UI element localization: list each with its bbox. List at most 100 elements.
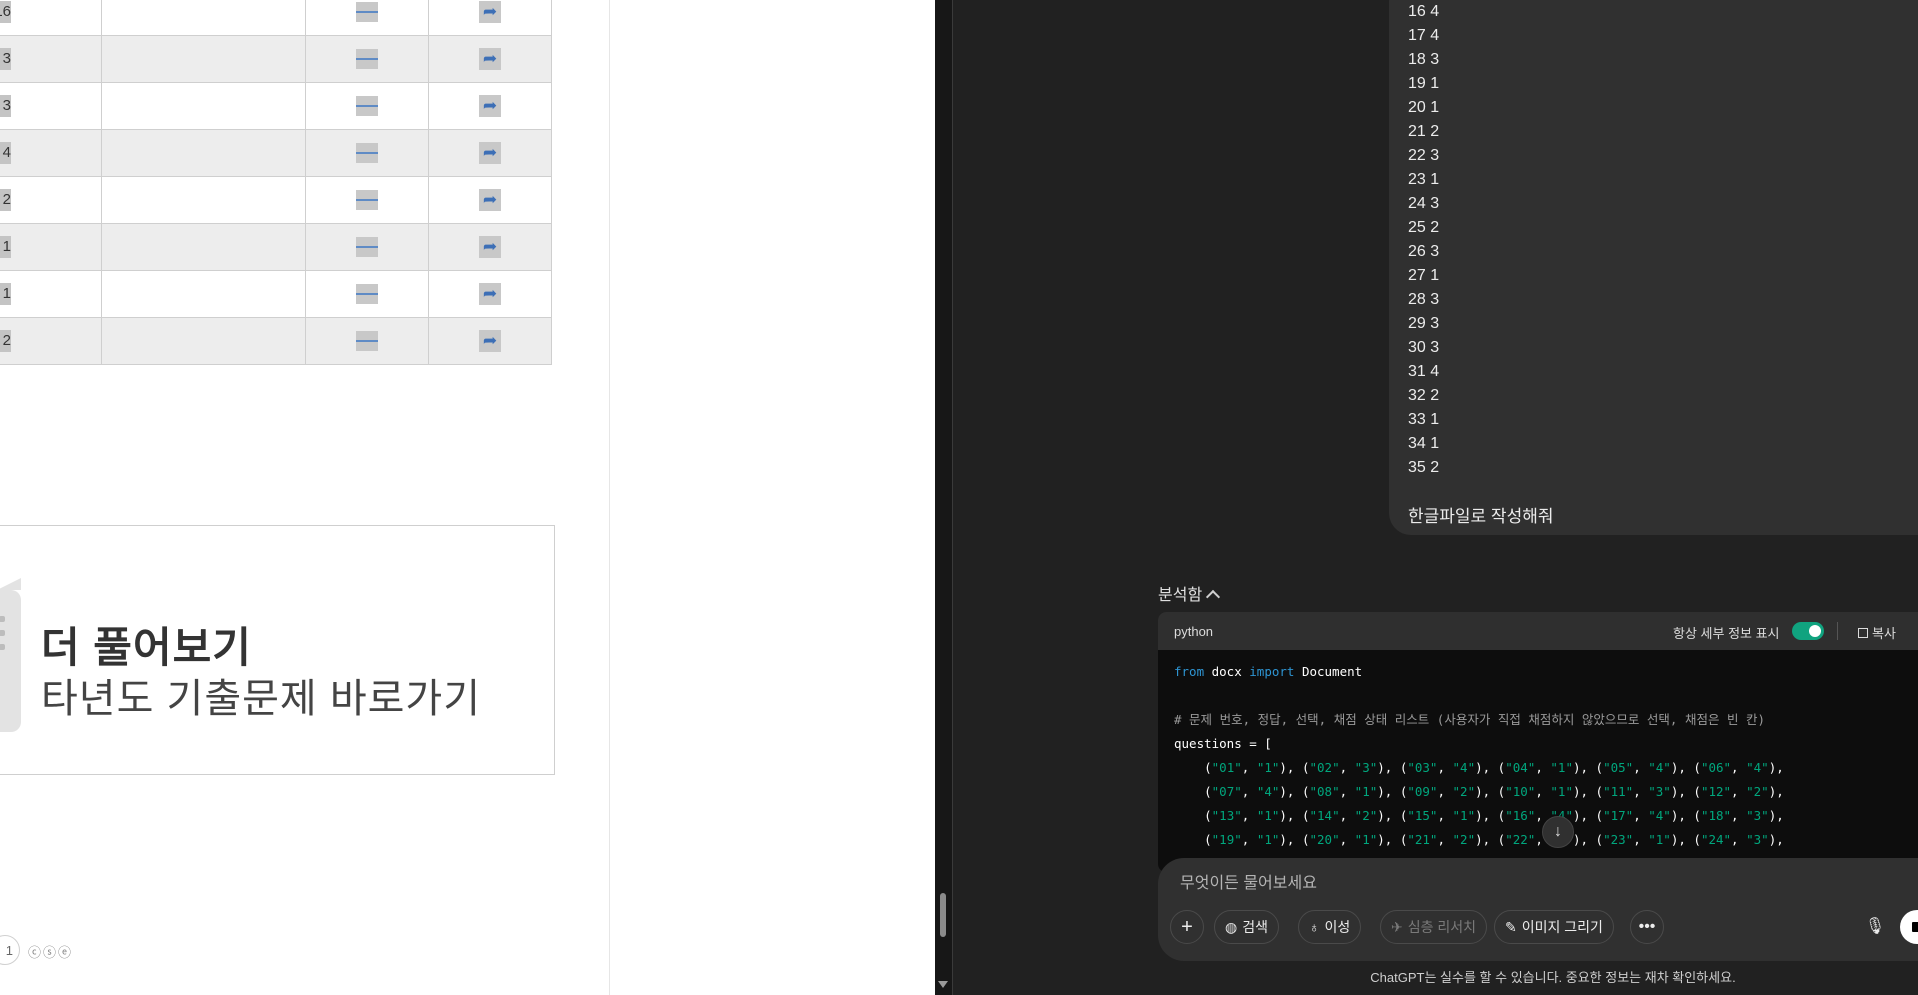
always-show-details-toggle[interactable] [1792, 622, 1824, 640]
scroll-thumb[interactable] [940, 893, 946, 937]
mark-cell [305, 176, 429, 224]
globe-icon: ◍ [1225, 919, 1238, 935]
chevron-up-icon [1206, 589, 1221, 605]
question-number-cell: 16 [0, 0, 102, 36]
analysis-toggle[interactable]: 분석함 [1158, 581, 1221, 605]
chat-pane: 16 4 17 4 18 3 19 1 20 1 21 2 22 3 23 1 24 3 25 2… [952, 0, 1918, 995]
share-arrow-icon[interactable]: ➦ [479, 236, 501, 258]
code-comment: # 문제 번호, 정답, 선택, 채점 상태 리스트 (사용자가 직접 채점하지… [1174, 712, 1766, 727]
microphone-button[interactable]: 🎙 [1860, 912, 1890, 942]
question-number: 2 [0, 330, 11, 352]
answer-line: 18 3 [1408, 51, 1440, 68]
code-content: from docx import Document # 문제 번호, 정답, 선… [1174, 660, 1784, 852]
question-number-cell: 1 [0, 270, 102, 318]
question-number-cell: 4 [0, 129, 102, 177]
answer-line: 35 2 [1408, 459, 1440, 476]
page-edge-divider [609, 0, 610, 995]
promo-subtitle-link[interactable]: 타년도 기출문제 바로가기 [41, 666, 481, 724]
draw-image-button[interactable]: ✎ 이미지 그리기 [1494, 910, 1614, 944]
dash-icon[interactable] [356, 237, 378, 257]
answer-cell [101, 317, 306, 365]
copy-label: 복사 [1872, 626, 1896, 641]
dash-icon[interactable] [356, 49, 378, 69]
answer-line: 25 2 [1408, 219, 1440, 236]
share-cell: ➦ [428, 82, 552, 130]
question-number-cell: 2 [0, 317, 102, 365]
telescope-icon: ✈ [1391, 919, 1403, 935]
share-cell: ➦ [428, 223, 552, 271]
question-number-cell: 1 [0, 223, 102, 271]
answer-line: 16 4 [1408, 3, 1440, 20]
document-icon [0, 578, 21, 732]
document-pane: 16➦3➦3➦4➦2➦1➦1➦2➦ 더 풀어보기 타년도 기출문제 바로가기 1… [0, 0, 935, 995]
code-block: python 항상 세부 정보 표시 복사 from docx import D… [1158, 612, 1918, 872]
share-arrow-icon[interactable]: ➦ [479, 330, 501, 352]
dash-icon[interactable] [356, 284, 378, 304]
share-arrow-icon[interactable]: ➦ [479, 189, 501, 211]
deep-research-button[interactable]: ✈ 심층 리서치 [1380, 910, 1488, 944]
reason-button[interactable]: ♁ 이성 [1298, 910, 1362, 944]
code-line: ("13", "1"), ("14", "2"), ("15", "1"), (… [1174, 808, 1784, 823]
answer-line: 20 1 [1408, 99, 1440, 116]
table-row: 2 ➦ [0, 176, 552, 224]
table-row: 3 ➦ [0, 82, 552, 130]
answer-cell [101, 82, 306, 130]
license-icons: ⓒⓢⓔ [28, 945, 74, 960]
question-number: 4 [0, 142, 11, 164]
code-module: docx [1204, 664, 1250, 679]
message-composer: + ◍검색 ♁이성 ✈심층 리서치 ✎이미지 그리기 ••• 🎙 [1158, 858, 1918, 961]
code-assign: questions = [ [1174, 736, 1272, 751]
scroll-down-arrow-icon[interactable] [938, 981, 948, 988]
share-cell: ➦ [428, 0, 552, 36]
code-keyword: from [1174, 664, 1205, 679]
answer-line: 30 3 [1408, 339, 1440, 356]
share-cell: ➦ [428, 129, 552, 177]
search-label: 검색 [1242, 919, 1268, 935]
share-cell: ➦ [428, 317, 552, 365]
share-arrow-icon[interactable]: ➦ [479, 95, 501, 117]
attach-button[interactable]: + [1170, 910, 1204, 944]
answer-line: 34 1 [1408, 435, 1440, 452]
answer-line: 19 1 [1408, 75, 1440, 92]
table-row: 16 ➦ [0, 0, 552, 36]
dash-icon[interactable] [356, 331, 378, 351]
user-answer-list: 16 4 17 4 18 3 19 1 20 1 21 2 22 3 23 1 24 3 25 2… [1408, 0, 1439, 480]
more-tools-button[interactable]: ••• [1630, 910, 1664, 944]
share-arrow-icon[interactable]: ➦ [479, 1, 501, 23]
answer-line: 21 2 [1408, 123, 1440, 140]
microphone-icon: 🎙 [1864, 918, 1886, 935]
stop-generating-button[interactable] [1900, 910, 1918, 944]
question-number: 3 [0, 48, 11, 70]
table-row: 1 ➦ [0, 223, 552, 271]
page-indicator[interactable]: 1 [0, 935, 20, 965]
mark-cell [305, 270, 429, 318]
mark-cell [305, 223, 429, 271]
question-number-cell: 2 [0, 176, 102, 224]
answer-cell [101, 0, 306, 36]
share-arrow-icon[interactable]: ➦ [479, 142, 501, 164]
page-scrollbar[interactable] [935, 0, 952, 995]
dash-icon[interactable] [356, 190, 378, 210]
dash-icon[interactable] [356, 96, 378, 116]
answer-line: 23 1 [1408, 171, 1440, 188]
mark-cell [305, 82, 429, 130]
share-cell: ➦ [428, 270, 552, 318]
search-button[interactable]: ◍ 검색 [1214, 910, 1279, 944]
copy-icon [1858, 628, 1868, 638]
always-show-details-label: 항상 세부 정보 표시 [1673, 626, 1780, 641]
more-practice-banner[interactable]: 더 풀어보기 타년도 기출문제 바로가기 [0, 525, 555, 775]
code-block-header: python 항상 세부 정보 표시 복사 [1158, 612, 1918, 650]
answer-line: 31 4 [1408, 363, 1440, 380]
user-request-text: 한글파일로 작성해줘 [1408, 507, 1554, 526]
question-number: 1 [0, 283, 11, 305]
scroll-to-bottom-button[interactable]: ↓ [1542, 816, 1574, 848]
dash-icon[interactable] [356, 143, 378, 163]
copy-code-button[interactable]: 복사 [1858, 623, 1896, 642]
table-row: 1 ➦ [0, 270, 552, 318]
mark-cell [305, 35, 429, 83]
dash-icon[interactable] [356, 2, 378, 22]
message-input[interactable] [1178, 874, 1782, 894]
share-arrow-icon[interactable]: ➦ [479, 283, 501, 305]
share-arrow-icon[interactable]: ➦ [479, 48, 501, 70]
answer-line: 29 3 [1408, 315, 1440, 332]
